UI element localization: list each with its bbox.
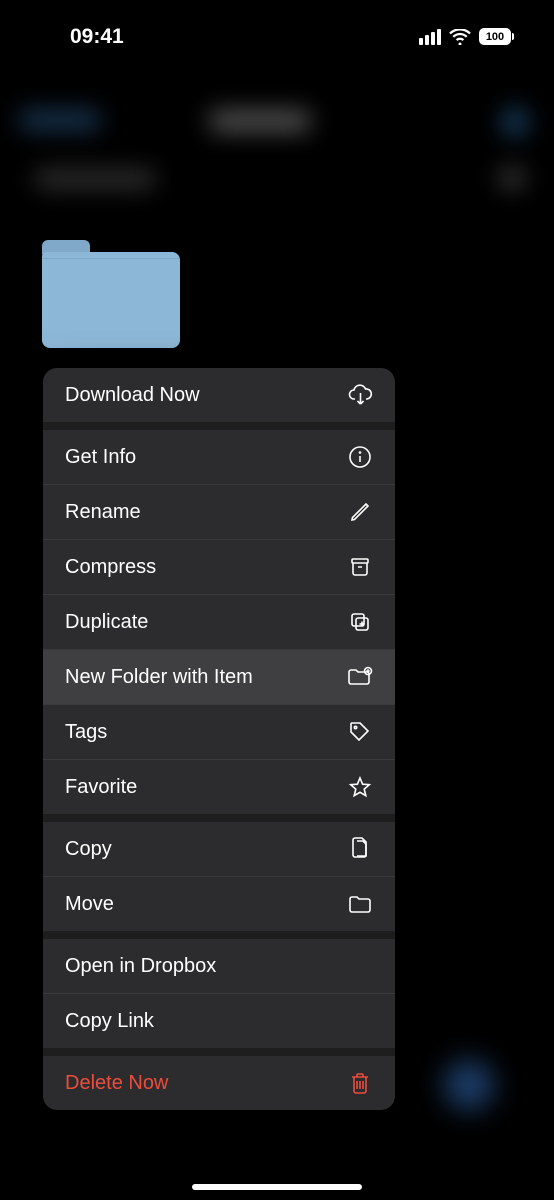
menu-label: Copy Link (65, 1010, 154, 1033)
battery-indicator: 100 (479, 28, 514, 45)
menu-item-delete-now[interactable]: Delete Now (43, 1056, 395, 1110)
cellular-signal-icon (419, 29, 441, 45)
menu-label: Get Info (65, 446, 136, 469)
tag-icon (347, 719, 373, 745)
blurred-background-element (444, 1060, 494, 1110)
menu-label: New Folder with Item (65, 666, 253, 689)
selected-folder-icon[interactable] (42, 240, 180, 346)
status-bar: 09:41 100 (0, 0, 554, 55)
copy-doc-icon (347, 836, 373, 862)
trash-icon (347, 1070, 373, 1096)
menu-label: Copy (65, 838, 112, 861)
duplicate-icon (347, 609, 373, 635)
menu-item-get-info[interactable]: Get Info (43, 430, 395, 484)
menu-label: Open in Dropbox (65, 955, 216, 978)
menu-item-copy[interactable]: Copy (43, 822, 395, 876)
menu-label: Move (65, 893, 114, 916)
menu-item-move[interactable]: Move (43, 877, 395, 931)
home-indicator[interactable] (192, 1184, 362, 1190)
star-icon (347, 774, 373, 800)
status-time: 09:41 (70, 25, 124, 49)
menu-item-rename[interactable]: Rename (43, 485, 395, 539)
pencil-icon (347, 499, 373, 525)
menu-label: Download Now (65, 384, 200, 407)
battery-level: 100 (486, 31, 504, 43)
folder-icon (347, 891, 373, 917)
menu-label: Tags (65, 721, 107, 744)
menu-item-tags[interactable]: Tags (43, 705, 395, 759)
menu-item-copy-link[interactable]: Copy Link (43, 994, 395, 1048)
menu-label: Compress (65, 556, 156, 579)
menu-item-open-in-dropbox[interactable]: Open in Dropbox (43, 939, 395, 993)
menu-item-duplicate[interactable]: Duplicate (43, 595, 395, 649)
menu-item-compress[interactable]: Compress (43, 540, 395, 594)
menu-label: Rename (65, 501, 141, 524)
status-indicators: 100 (419, 28, 514, 45)
folder-plus-icon (347, 664, 373, 690)
archive-icon (347, 554, 373, 580)
info-icon (347, 444, 373, 470)
menu-label: Duplicate (65, 611, 148, 634)
wifi-icon (449, 29, 471, 45)
menu-item-favorite[interactable]: Favorite (43, 760, 395, 814)
menu-item-new-folder-with-item[interactable]: New Folder with Item (43, 650, 395, 704)
cloud-download-icon (347, 382, 373, 408)
menu-label: Delete Now (65, 1072, 168, 1095)
context-menu: Download Now Get Info Rename Compress Du… (43, 368, 395, 1110)
menu-label: Favorite (65, 776, 137, 799)
blurred-background (0, 100, 554, 200)
menu-item-download-now[interactable]: Download Now (43, 368, 395, 422)
